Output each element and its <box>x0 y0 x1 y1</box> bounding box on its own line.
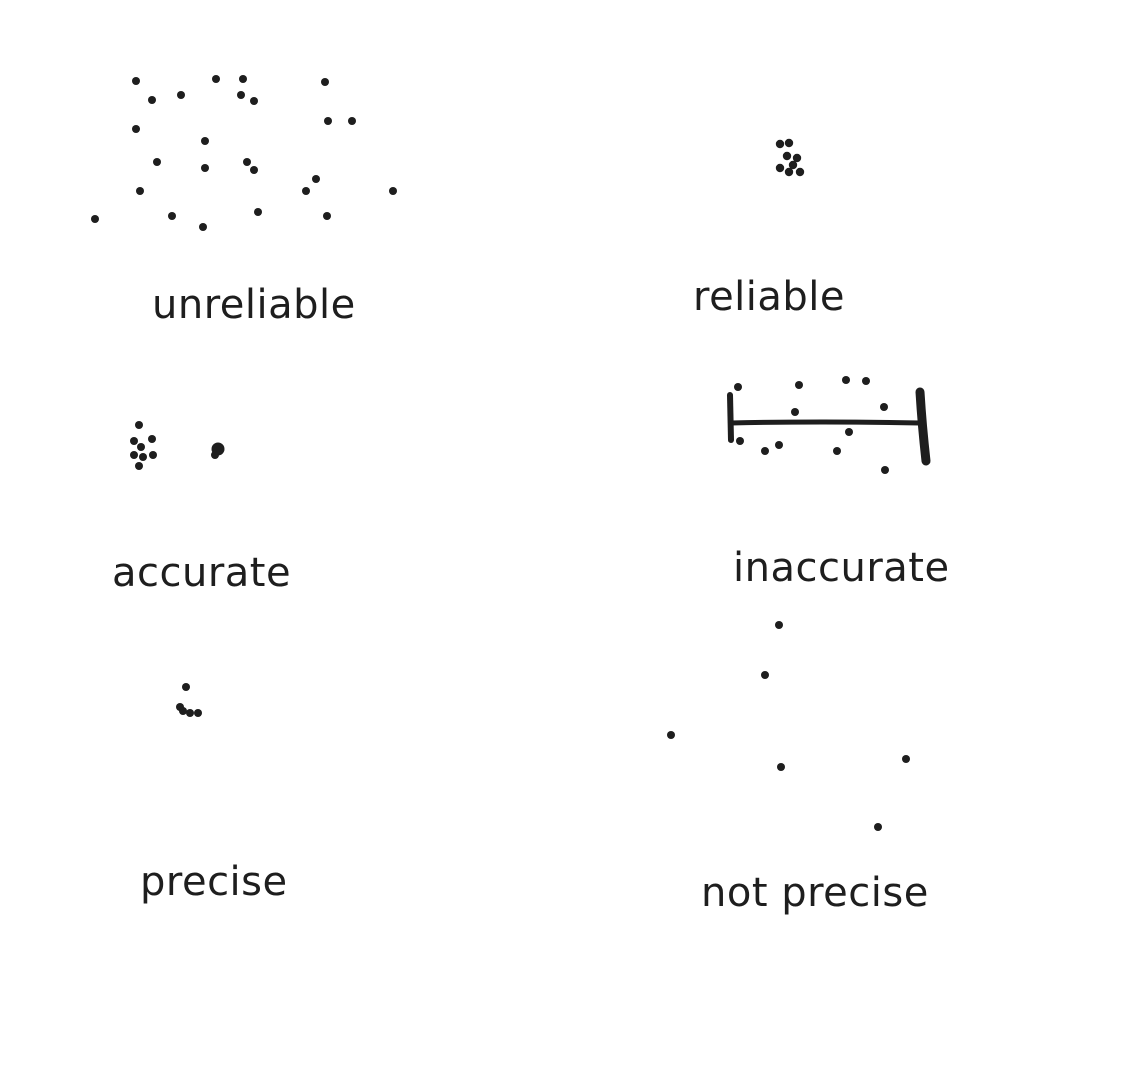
dot-5 <box>130 451 138 459</box>
dot-5 <box>902 755 910 763</box>
dot-12 <box>881 466 889 474</box>
dot-3 <box>179 707 187 715</box>
dot-2 <box>795 381 803 389</box>
dot-6 <box>874 823 882 831</box>
dot-7 <box>795 167 805 177</box>
dot-7 <box>149 451 157 459</box>
dot-1 <box>775 139 785 149</box>
dot-8 <box>736 437 744 445</box>
dot-6 <box>139 453 147 461</box>
dot-17 <box>312 175 320 183</box>
dot-25 <box>323 212 331 220</box>
dot-7 <box>845 428 853 436</box>
dot-cluster-precise <box>176 683 202 717</box>
range-bar-right-end <box>915 387 931 466</box>
label-unreliable: unreliable <box>152 282 356 328</box>
label-precise: precise <box>140 859 288 905</box>
dot-5 <box>239 75 247 83</box>
dot-cluster-reliable <box>775 138 805 177</box>
dot-4 <box>148 435 156 443</box>
dot-1 <box>132 77 140 85</box>
dot-2 <box>148 96 156 104</box>
label-accurate: accurate <box>112 550 292 596</box>
range-bar-line <box>728 419 923 426</box>
dot-23 <box>199 223 207 231</box>
dot-1 <box>182 683 190 691</box>
dot-3 <box>782 151 792 161</box>
dot-4 <box>212 75 220 83</box>
dot-21 <box>91 215 99 223</box>
dot-8 <box>321 78 329 86</box>
dot-2 <box>130 437 138 445</box>
dot-7 <box>250 97 258 105</box>
range-bar-left-end <box>727 392 734 443</box>
dot-3 <box>667 731 675 739</box>
dot-5 <box>775 163 785 173</box>
dot-18 <box>302 187 310 195</box>
dot-8 <box>135 462 143 470</box>
dot-15 <box>243 158 251 166</box>
dot-11 <box>348 117 356 125</box>
dot-1 <box>734 383 742 391</box>
dot-10 <box>775 441 783 449</box>
sketch-canvas: unreliable reliable accurate inaccurate … <box>0 0 1132 1060</box>
dot-14 <box>201 164 209 172</box>
dot-20 <box>389 187 397 195</box>
label-inaccurate: inaccurate <box>733 545 950 591</box>
dot-3 <box>177 91 185 99</box>
label-not-precise: not precise <box>701 870 929 916</box>
dot-19 <box>136 187 144 195</box>
dot-10 <box>324 117 332 125</box>
dot-cluster-not-precise <box>667 621 910 831</box>
dot-5 <box>194 709 202 717</box>
dot-12 <box>201 137 209 145</box>
dot-4 <box>862 377 870 385</box>
dot-4 <box>777 763 785 771</box>
dot-2 <box>784 138 794 148</box>
dot-1 <box>135 421 143 429</box>
label-reliable: reliable <box>693 274 846 320</box>
dot-22 <box>168 212 176 220</box>
dot-1 <box>775 621 783 629</box>
dot-2 <box>761 671 769 679</box>
dot-5 <box>880 403 888 411</box>
dot-9 <box>761 447 769 455</box>
dot-6 <box>791 408 799 416</box>
dot-9 <box>132 125 140 133</box>
dot-cluster-accurate <box>130 421 225 470</box>
dot-cluster-inaccurate <box>727 387 931 466</box>
dot-13 <box>153 158 161 166</box>
dot-3 <box>842 376 850 384</box>
dot-11 <box>833 447 841 455</box>
dot-4 <box>186 709 194 717</box>
dot-cluster-unreliable <box>91 75 397 231</box>
dot-24 <box>254 208 262 216</box>
dot-8 <box>788 160 798 170</box>
dot-10 <box>211 451 219 459</box>
dot-6 <box>237 91 245 99</box>
dot-16 <box>250 166 258 174</box>
dot-3 <box>137 443 145 451</box>
